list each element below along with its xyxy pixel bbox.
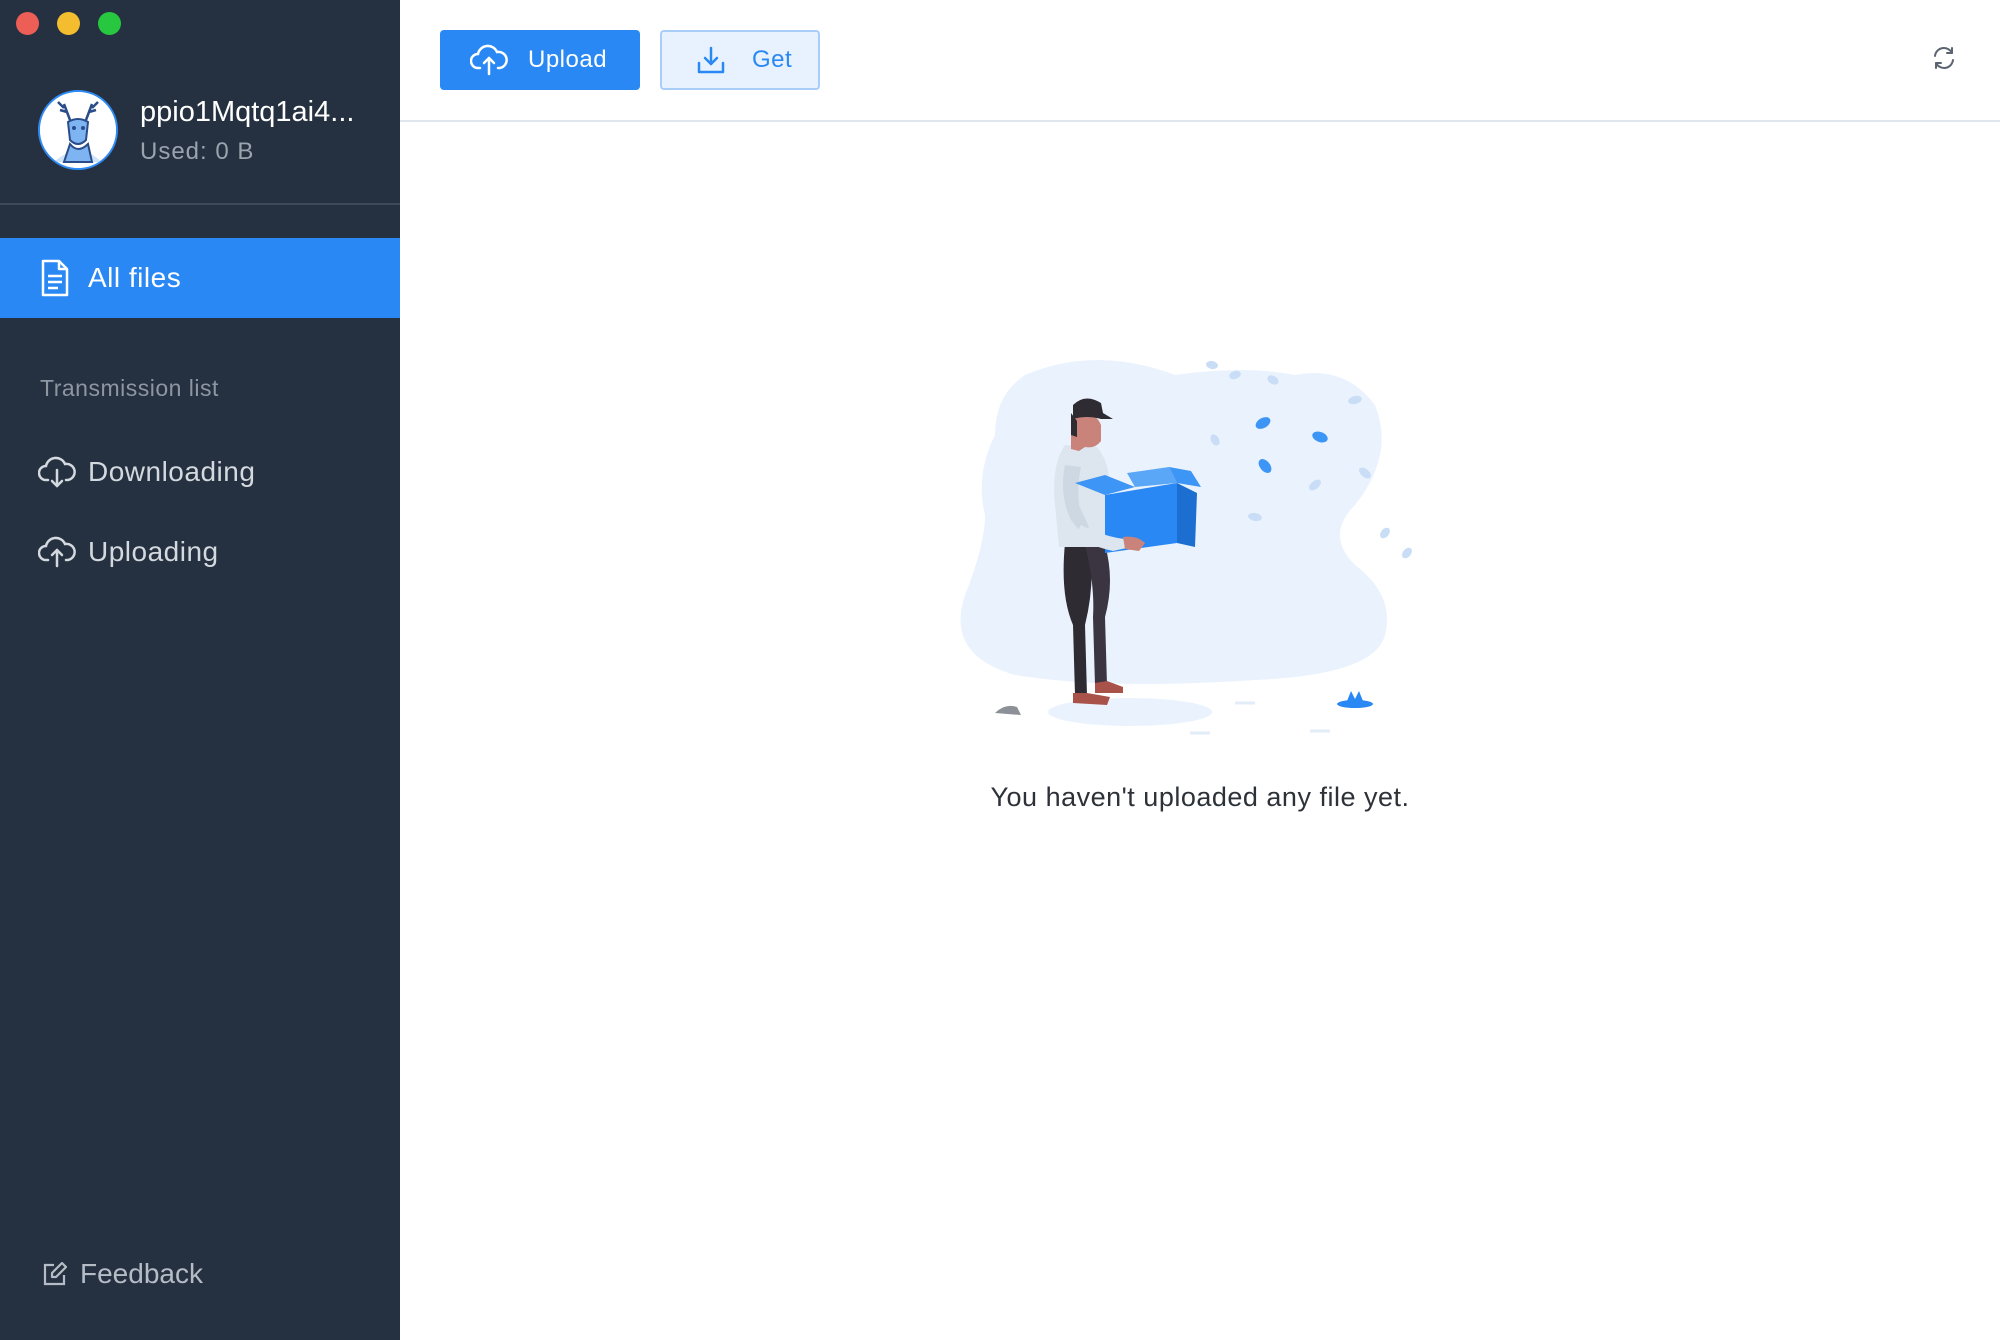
download-icon bbox=[696, 44, 736, 76]
upload-button[interactable]: Upload bbox=[440, 30, 640, 90]
get-button[interactable]: Get bbox=[660, 30, 820, 90]
sidebar-item-label: All files bbox=[88, 262, 182, 293]
storage-used: Used: 0 B bbox=[140, 138, 255, 165]
sidebar-item-downloading[interactable]: Downloading bbox=[0, 442, 400, 502]
close-window-button[interactable] bbox=[16, 12, 39, 35]
empty-state-message: You haven't uploaded any file yet. bbox=[990, 782, 1410, 812]
cloud-upload-icon bbox=[38, 534, 78, 570]
deer-avatar-icon[interactable] bbox=[38, 90, 118, 170]
sidebar: ppio1Mqtq1ai4... Used: 0 B All files Tra… bbox=[0, 0, 400, 1340]
cloud-upload-icon bbox=[470, 44, 510, 76]
feedback-label: Feedback bbox=[80, 1258, 203, 1289]
maximize-window-button[interactable] bbox=[98, 12, 121, 35]
user-profile: ppio1Mqtq1ai4... Used: 0 B bbox=[38, 90, 378, 180]
get-button-label: Get bbox=[752, 46, 793, 73]
sidebar-item-all-files[interactable]: All files bbox=[0, 238, 400, 318]
upload-button-label: Upload bbox=[528, 46, 608, 73]
username: ppio1Mqtq1ai4... bbox=[140, 96, 355, 128]
sidebar-divider bbox=[0, 203, 400, 205]
cloud-download-icon bbox=[38, 454, 78, 490]
minimize-window-button[interactable] bbox=[57, 12, 80, 35]
sidebar-item-uploading[interactable]: Uploading bbox=[0, 522, 400, 582]
transmission-list-heading: Transmission list bbox=[40, 375, 219, 401]
feedback-link[interactable]: Feedback bbox=[42, 1258, 203, 1290]
file-icon bbox=[40, 258, 76, 298]
sidebar-item-label: Uploading bbox=[88, 536, 219, 567]
refresh-icon[interactable] bbox=[1930, 44, 1958, 72]
toolbar: Upload Get bbox=[400, 0, 2000, 122]
edit-icon bbox=[42, 1260, 70, 1288]
sidebar-item-label: Downloading bbox=[88, 456, 256, 487]
empty-state-illustration bbox=[955, 355, 1455, 740]
window-controls bbox=[16, 12, 121, 35]
